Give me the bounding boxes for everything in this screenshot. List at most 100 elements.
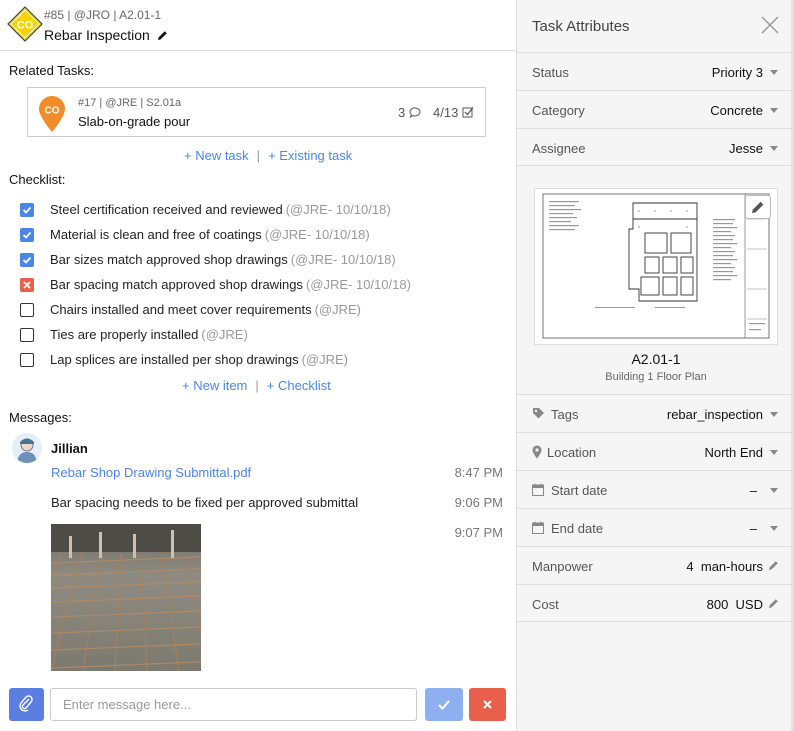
paperclip-icon [19, 695, 33, 712]
user-avatar-icon [17, 438, 37, 463]
checkbox[interactable] [20, 303, 34, 317]
cost-field[interactable]: Cost 800 USD [517, 584, 792, 622]
checklist-item-meta: (@JRE) [301, 352, 349, 367]
task-title[interactable]: Rebar Inspection [44, 27, 168, 43]
manpower-field[interactable]: Manpower 4 man-hours [517, 546, 792, 584]
checklist-item-label: Lap splices are installed per shop drawi… [50, 352, 299, 367]
checklist-actions: + New item | + Checklist [182, 378, 331, 393]
location-pin-icon [532, 445, 542, 459]
assignee-value: Jesse [729, 141, 763, 156]
end-date-value: – [749, 521, 757, 536]
chevron-down-icon [770, 70, 778, 75]
message-author: Jillian [51, 441, 88, 456]
checklist-item-meta: (@JRE- 10/10/18) [305, 277, 411, 292]
chevron-down-icon [770, 450, 778, 455]
message-text: Bar spacing needs to be fixed per approv… [51, 495, 359, 510]
tags-field[interactable]: Tags rebar_inspection [517, 394, 792, 432]
separator: | [255, 378, 259, 393]
edit-sheet-button[interactable] [745, 195, 771, 219]
location-field[interactable]: Location North End [517, 432, 792, 470]
related-task-comments: 3 [398, 105, 421, 120]
checklist-label: Checklist: [9, 172, 66, 187]
add-checklist-link[interactable]: + Checklist [267, 378, 331, 393]
checklist-item-text: Steel certification received and reviewe… [50, 202, 391, 217]
start-date-field[interactable]: Start date – [517, 470, 792, 508]
category-label: Category [532, 103, 585, 118]
attachment-link[interactable]: Rebar Shop Drawing Submittal.pdf [51, 465, 251, 480]
close-icon [23, 281, 31, 289]
checkbox-checked[interactable] [20, 228, 34, 242]
checklist-item-meta: (@JRE- 10/10/18) [264, 227, 370, 242]
manpower-label: Manpower [532, 559, 593, 574]
checklist-item-text: Bar spacing match approved shop drawings… [50, 277, 411, 292]
avatar [12, 433, 42, 463]
status-label: Status [532, 65, 569, 80]
checklist-item-meta: (@JRE- 10/10/18) [290, 252, 396, 267]
cost-value: 800 USD [706, 597, 763, 612]
checkbox-failed[interactable] [20, 278, 34, 292]
sheet-thumbnail[interactable] [534, 188, 778, 345]
new-item-link[interactable]: + New item [182, 378, 247, 393]
comment-icon [409, 107, 421, 119]
edit-pencil-icon[interactable] [768, 598, 779, 609]
task-detail-panel: CO #85 | @JRO | A2.01-1 Rebar Inspection… [0, 0, 516, 731]
cost-label: Cost [532, 597, 559, 612]
panel-title: Task Attributes [532, 18, 630, 35]
attach-button[interactable] [9, 688, 44, 721]
checklist-item-text: Chairs installed and meet cover requirem… [50, 302, 361, 317]
checklist-item-meta: (@JRE- 10/10/18) [285, 202, 391, 217]
task-meta: #85 | @JRO | A2.01-1 [44, 8, 162, 22]
related-tasks-label: Related Tasks: [9, 63, 95, 78]
message-timestamp: 8:47 PM [454, 465, 503, 480]
checkbox-icon [462, 107, 474, 118]
task-attributes-panel: Task Attributes Status Priority 3 Catego… [516, 0, 794, 731]
checklist-item-text: Material is clean and free of coatings (@… [50, 227, 370, 242]
checklist-item-label: Ties are properly installed [50, 327, 199, 342]
svg-text:CO: CO [45, 106, 60, 117]
messages-label: Messages: [9, 410, 72, 425]
close-icon[interactable] [761, 16, 779, 34]
end-date-label: End date [551, 521, 604, 536]
message-input[interactable] [50, 688, 417, 721]
checkbox[interactable] [20, 328, 34, 342]
related-task-card[interactable]: CO #17 | @JRE | S2.01a Slab-on-grade pou… [27, 87, 486, 137]
checkmark-icon [22, 231, 32, 239]
existing-task-link[interactable]: + Existing task [268, 148, 352, 163]
new-task-link[interactable]: + New task [184, 148, 249, 163]
checklist-item-text: Bar sizes match approved shop drawings (@… [50, 252, 396, 267]
status-field[interactable]: Status Priority 3 [517, 52, 792, 90]
edit-pencil-icon[interactable] [157, 30, 168, 41]
location-value: North End [704, 445, 763, 460]
related-task-actions: + New task | + Existing task [184, 148, 352, 163]
checklist-item-label: Chairs installed and meet cover requirem… [50, 302, 312, 317]
rebar-photo-image[interactable] [51, 524, 201, 671]
calendar-icon [532, 483, 544, 496]
chevron-down-icon [770, 146, 778, 151]
checkmark-icon [22, 256, 32, 264]
checklist-item-label: Bar sizes match approved shop drawings [50, 252, 288, 267]
message-timestamp: 9:07 PM [454, 525, 503, 540]
cancel-button[interactable] [469, 688, 506, 721]
related-task-title: Slab-on-grade pour [78, 114, 191, 129]
checkbox-checked[interactable] [20, 203, 34, 217]
checkmark-icon [22, 206, 32, 214]
checkbox-checked[interactable] [20, 253, 34, 267]
change-order-badge-icon: CO [7, 6, 43, 42]
status-value: Priority 3 [711, 65, 763, 80]
category-field[interactable]: Category Concrete [517, 90, 792, 128]
sheet-description: Building 1 Floor Plan [605, 371, 707, 383]
send-button[interactable] [425, 688, 463, 721]
task-header: CO #85 | @JRO | A2.01-1 Rebar Inspection [0, 0, 516, 51]
checklist-item-label: Material is clean and free of coatings [50, 227, 262, 242]
edit-pencil-icon[interactable] [768, 560, 779, 571]
floor-plan-image [542, 193, 770, 339]
related-task-meta: #17 | @JRE | S2.01a [78, 97, 182, 109]
end-date-field[interactable]: End date – [517, 508, 792, 546]
start-date-label: Start date [551, 483, 608, 498]
tag-icon [533, 408, 544, 419]
location-label: Location [547, 445, 597, 460]
checklist-item-meta: (@JRE) [314, 302, 361, 317]
assignee-field[interactable]: Assignee Jesse [517, 128, 792, 166]
checkbox[interactable] [20, 353, 34, 367]
chevron-down-icon [770, 108, 778, 113]
